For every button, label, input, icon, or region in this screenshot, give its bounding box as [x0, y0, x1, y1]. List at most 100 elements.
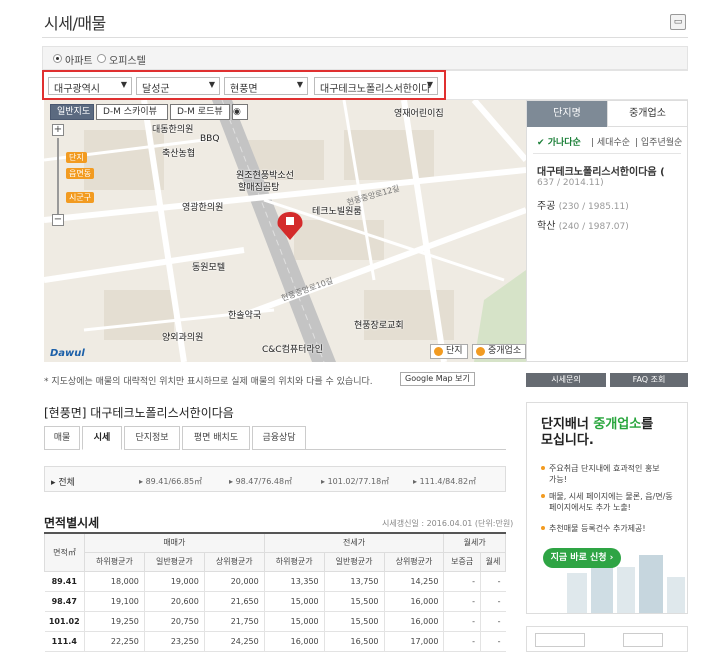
- price-cell: -: [480, 611, 506, 632]
- tab-complex-name[interactable]: 단지명: [527, 101, 607, 127]
- dropdown-arrow-icon: ▼: [120, 80, 127, 89]
- poi-label: 축산농협: [162, 149, 196, 159]
- complex-list-item[interactable]: 학산 (240 / 1987.07): [537, 217, 629, 232]
- poi-label: 한솔약국: [228, 311, 262, 321]
- apartment-radio[interactable]: [53, 54, 62, 63]
- printer-icon[interactable]: ▭: [670, 14, 686, 30]
- map-side-panel: 단지명 중개업소 ✔ 가나다순 | 세대수순 | 입주년월순 대구테크노폴리스서…: [526, 100, 688, 362]
- col-sale-low: 하위평균가: [84, 551, 145, 572]
- area-filter-item[interactable]: ▸ 89.41/66.85㎡: [139, 476, 202, 487]
- sort-households[interactable]: | 세대수순: [591, 135, 630, 148]
- col-area: 면적㎡: [44, 532, 85, 572]
- region-select-group: 대구광역시 ▼ 달성군 ▼ 현풍면 ▼ 대구테크노폴리스서한이다 ▼: [42, 70, 446, 100]
- price-cell: 15,000: [263, 611, 325, 632]
- zoom-level-complex[interactable]: 단지: [66, 152, 87, 163]
- area-cell: 111.4: [44, 631, 85, 652]
- price-cell: 13,350: [263, 571, 325, 592]
- price-cell: 13,750: [323, 571, 385, 592]
- poi-label: 영재어린이집: [394, 109, 444, 119]
- price-cell: 15,500: [323, 611, 385, 632]
- price-inquiry-button[interactable]: 시세문의: [526, 373, 606, 387]
- poi-label: 현풍장로교회: [354, 321, 404, 331]
- map-view[interactable]: 일반지도 D-M 스카이뷰 D-M 로드뷰 ◉ + − 단지 읍면동 시군구 영…: [44, 100, 526, 362]
- zoom-level-district[interactable]: 시군구: [66, 192, 95, 203]
- price-cell: 21,650: [203, 591, 265, 612]
- price-cell: 16,000: [383, 611, 444, 632]
- officetel-radio-label[interactable]: 오피스텔: [109, 52, 146, 67]
- area-filter-all[interactable]: ▸ 전체: [51, 475, 75, 488]
- map-provider-logo: Dawul: [50, 348, 85, 359]
- complex-list-item[interactable]: 주공 (230 / 1985.11): [537, 197, 629, 212]
- area-cell: 101.02: [44, 611, 85, 632]
- city-select[interactable]: 대구광역시 ▼: [48, 77, 132, 95]
- col-sale-high: 상위평균가: [203, 551, 265, 572]
- tab-agency[interactable]: 중개업소: [607, 101, 687, 127]
- agency-banner-ad: 단지배너 중개업소를 모십니다. 주요취급 단지내에 효과적인 홍보 가능! 매…: [526, 402, 688, 614]
- tab-divider: [306, 449, 506, 450]
- map-note: * 지도상에는 매물의 대략적인 위치만 표시하므로 실제 매물의 위치와 다를…: [44, 377, 373, 387]
- price-table: 면적㎡ 매매가 전세가 월세가 하위평균가 일반평균가 상위평균가 하위평균가 …: [44, 532, 506, 652]
- tab-finance[interactable]: 금융상담: [252, 426, 306, 450]
- complex-list-item[interactable]: 대구테크노폴리스서한이다음 (: [537, 163, 665, 178]
- area-filter: ▸ 전체 ▸ 89.41/66.85㎡ ▸ 98.47/76.48㎡ ▸ 101…: [44, 466, 506, 492]
- map-tab-roadview[interactable]: D-M 로드뷰: [170, 104, 230, 120]
- price-cell: -: [443, 631, 481, 652]
- area-input[interactable]: [535, 633, 585, 647]
- complex-select[interactable]: 대구테크노폴리스서한이다 ▼: [314, 77, 438, 95]
- price-cell: -: [480, 591, 506, 612]
- tab-prices[interactable]: 시세: [82, 426, 122, 450]
- zoom-level-town[interactable]: 읍면동: [66, 168, 95, 179]
- col-group-monthly: 월세가: [443, 532, 506, 553]
- zoom-slider[interactable]: [57, 138, 59, 214]
- town-select[interactable]: 현풍면 ▼: [224, 77, 308, 95]
- dropdown-arrow-icon: ▼: [208, 80, 215, 89]
- complex-title: [현풍면] 대구테크노폴리스서한이다음: [44, 406, 234, 420]
- area-filter-item[interactable]: ▸ 101.02/77.18㎡: [321, 476, 389, 487]
- price-cell: 19,100: [84, 591, 145, 612]
- price-cell: 21,750: [203, 611, 265, 632]
- tab-complex-info[interactable]: 단지정보: [124, 426, 180, 450]
- price-update-date: 시세갱신일 : 2016.04.01 (단위:만원): [382, 519, 514, 528]
- apartment-radio-label[interactable]: 아파트: [65, 52, 93, 67]
- dropdown-arrow-icon: ▼: [296, 80, 303, 89]
- tab-floor-plan[interactable]: 평면 배치도: [182, 426, 250, 450]
- map-tab-skyview[interactable]: D-M 스카이뷰: [96, 104, 168, 120]
- pyeong-input[interactable]: [623, 633, 663, 647]
- target-icon[interactable]: ◉: [232, 104, 248, 120]
- complex-legend-icon: [434, 347, 443, 356]
- map-tab-normal[interactable]: 일반지도: [50, 104, 94, 120]
- zoom-out-button[interactable]: −: [52, 214, 64, 226]
- price-cell: 16,000: [383, 591, 444, 612]
- col-jeonse-high: 상위평균가: [383, 551, 445, 572]
- price-cell: 24,250: [203, 631, 265, 652]
- sort-alphabetical[interactable]: ✔ 가나다순: [537, 135, 581, 148]
- poi-label: 양외과의원: [162, 333, 204, 343]
- legend-complex[interactable]: 단지: [430, 344, 468, 359]
- price-cell: 15,000: [263, 591, 325, 612]
- zoom-in-button[interactable]: +: [52, 124, 64, 136]
- col-jeonse-mid: 일반평균가: [323, 551, 385, 572]
- complex-list-item-meta: 637 / 2014.11): [537, 178, 604, 188]
- side-divider: [533, 153, 681, 154]
- district-select[interactable]: 달성군 ▼: [136, 77, 220, 95]
- ad-bullet: 매물, 시세 페이지에는 물론, 읍/면/동 페이지에서도 추가 노출!: [541, 491, 681, 513]
- legend-agency[interactable]: 중개업소: [472, 344, 526, 359]
- area-filter-item[interactable]: ▸ 98.47/76.48㎡: [229, 476, 292, 487]
- google-map-button[interactable]: Google Map 보기: [400, 372, 475, 386]
- col-jeonse-low: 하위평균가: [263, 551, 325, 572]
- table-row: 111.4 22,250 23,250 24,250 16,000 16,500 17,00…: [44, 631, 506, 652]
- dropdown-arrow-icon: ▼: [426, 80, 433, 89]
- sort-move-in[interactable]: | 입주년월순: [635, 135, 682, 148]
- price-cell: -: [480, 631, 506, 652]
- tab-listings[interactable]: 매물: [44, 426, 80, 450]
- col-sale-mid: 일반평균가: [143, 551, 205, 572]
- faq-button[interactable]: FAQ 조회: [610, 373, 688, 387]
- officetel-radio[interactable]: [97, 54, 106, 63]
- poi-label: C&C컴퓨터라인: [262, 345, 323, 355]
- apply-now-button[interactable]: 지금 바로 신청 ›: [543, 548, 621, 568]
- area-filter-item[interactable]: ▸ 111.4/84.82㎡: [413, 476, 476, 487]
- price-cell: 15,500: [323, 591, 385, 612]
- price-cell: 17,000: [383, 631, 444, 652]
- price-cell: 20,750: [143, 611, 205, 632]
- price-cell: -: [480, 571, 506, 592]
